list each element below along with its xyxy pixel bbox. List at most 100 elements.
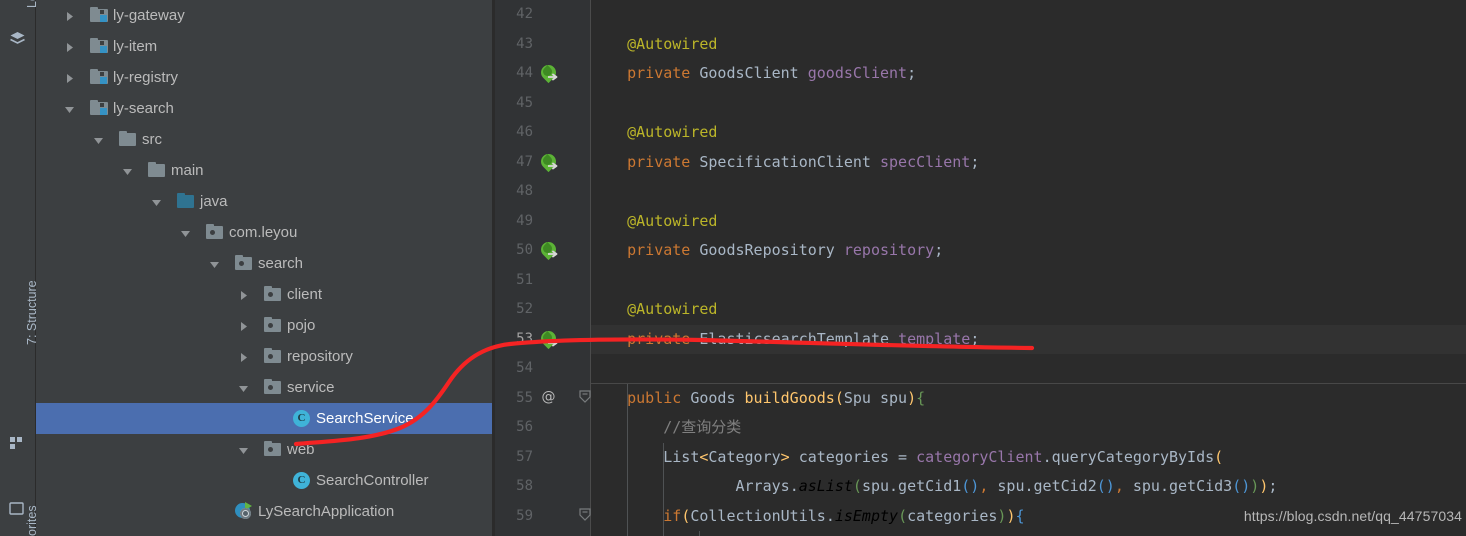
code-line[interactable]: @Autowired — [591, 30, 1466, 60]
tree-item-selected[interactable]: C SearchService — [36, 403, 492, 434]
tree-item[interactable]: src — [36, 124, 492, 155]
code-line[interactable]: throw new LyExcetion(ExcetionEnum.CATEGO… — [591, 531, 1466, 536]
code-line[interactable]: Arrays.asList(spu.getCid1(), spu.getCid2… — [591, 472, 1466, 502]
chevron-right-icon[interactable] — [64, 62, 77, 93]
tree-item[interactable]: pojo — [36, 310, 492, 341]
code-token: asList — [798, 477, 853, 495]
code-line[interactable]: private ElasticsearchTemplate template; — [591, 324, 1466, 354]
line-number: 51 — [516, 271, 533, 288]
code-line[interactable] — [591, 354, 1466, 384]
tree-item-label: java — [200, 193, 228, 210]
chevron-right-icon[interactable] — [238, 279, 251, 310]
spring-bean-icon[interactable] — [537, 61, 560, 84]
tree-item[interactable]: main — [36, 155, 492, 186]
gutter-line[interactable]: 46 — [495, 118, 591, 148]
override-annotation-icon[interactable]: @ — [539, 388, 558, 407]
chevron-down-icon[interactable] — [180, 217, 193, 248]
gutter-line[interactable]: 44 — [495, 59, 591, 89]
chevron-down-icon[interactable] — [209, 248, 222, 279]
tree-item-label: main — [171, 162, 204, 179]
code-line[interactable]: private GoodsClient goodsClient; — [591, 59, 1466, 89]
line-number: 52 — [516, 301, 533, 317]
method-separator — [591, 382, 1466, 384]
code-line[interactable] — [591, 266, 1466, 296]
tree-item-label: LySearchApplication — [258, 503, 395, 520]
code-token: private — [627, 241, 691, 259]
tree-item[interactable]: com.leyou — [36, 217, 492, 248]
tree-item[interactable]: C SearchController — [36, 465, 492, 496]
tree-item[interactable]: search — [36, 248, 492, 279]
chevron-right-icon[interactable] — [238, 341, 251, 372]
code-line[interactable]: @Autowired — [591, 295, 1466, 325]
chevron-down-icon[interactable] — [151, 186, 164, 217]
gutter-line[interactable]: 47 — [495, 148, 591, 178]
tree-item[interactable]: LySearchApplication — [36, 496, 492, 527]
code-token: goodsClient — [807, 64, 908, 82]
chevron-down-icon[interactable] — [238, 372, 251, 403]
gutter-line[interactable]: 43 — [495, 30, 591, 60]
code-line[interactable]: private SpecificationClient specClient; — [591, 148, 1466, 178]
gutter-line[interactable]: 45 — [495, 89, 591, 119]
gutter-line[interactable]: 55 @ — [495, 384, 591, 414]
gutter-line[interactable]: 54 — [495, 354, 591, 384]
tree-item[interactable]: ly-registry — [36, 62, 492, 93]
code-token: categoryClient — [916, 447, 1043, 466]
code-line[interactable]: @Autowired — [591, 118, 1466, 148]
indent-guide — [663, 442, 665, 536]
chevron-down-icon[interactable] — [64, 93, 77, 124]
tree-item[interactable]: ly-gateway — [36, 0, 492, 31]
gutter-line[interactable]: 60 — [495, 531, 591, 536]
gutter-line[interactable]: 49 — [495, 207, 591, 237]
code-token: , — [1114, 477, 1133, 495]
chevron-down-icon[interactable] — [238, 434, 251, 465]
tree-item[interactable]: ly-item — [36, 31, 492, 62]
gutter-line[interactable]: 48 — [495, 177, 591, 207]
code-token: .getCid1 — [889, 477, 962, 495]
tree-item[interactable]: java — [36, 186, 492, 217]
code-token: SpecificationClient — [699, 152, 871, 171]
code-token: public — [627, 388, 682, 407]
tree-item[interactable]: repository — [36, 341, 492, 372]
chevron-down-icon[interactable] — [122, 155, 135, 186]
gutter-line[interactable]: 51 — [495, 266, 591, 296]
module-folder-icon — [90, 69, 108, 86]
gutter-line[interactable]: 56 — [495, 413, 591, 443]
chevron-right-icon[interactable] — [64, 31, 77, 62]
tree-item[interactable]: client — [36, 279, 492, 310]
gutter-line[interactable]: 50 — [495, 236, 591, 266]
code-token: repository — [843, 241, 935, 259]
code-line[interactable]: private GoodsRepository repository; — [591, 236, 1466, 266]
chevron-right-icon[interactable] — [238, 310, 251, 341]
code-line[interactable] — [591, 0, 1466, 30]
code-line[interactable]: public Goods buildGoods(Spu spu){ — [591, 384, 1466, 414]
gutter-line[interactable]: 53 — [495, 325, 591, 355]
spring-bean-icon[interactable] — [537, 327, 560, 349]
favorites-icon — [9, 500, 26, 517]
spring-bean-icon[interactable] — [537, 150, 560, 172]
tree-item-label: client — [287, 286, 323, 303]
code-token: () — [1096, 477, 1115, 495]
project-tree-panel[interactable]: ly-gateway ly-item ly-registry ly-search src… — [36, 0, 492, 536]
tree-item[interactable]: service — [36, 372, 492, 403]
gutter-line[interactable]: 57 — [495, 443, 591, 473]
gutter-line[interactable]: 59 — [495, 502, 591, 532]
code-fold-icon[interactable] — [579, 384, 591, 414]
tree-item[interactable]: web — [36, 434, 492, 465]
code-token: List — [663, 447, 700, 466]
code-line[interactable] — [591, 89, 1466, 119]
code-fold-icon[interactable] — [579, 502, 591, 532]
code-lines[interactable]: @Autowired private GoodsClient goodsClie… — [591, 0, 1466, 536]
code-line[interactable] — [591, 177, 1466, 207]
code-line[interactable]: List<Category> categories = categoryClie… — [591, 443, 1466, 473]
code-editor[interactable]: 4243444546474849505152535455@5657585960 … — [495, 0, 1466, 536]
chevron-right-icon[interactable] — [64, 0, 77, 31]
chevron-down-icon[interactable] — [93, 124, 106, 155]
code-line[interactable]: @Autowired — [591, 207, 1466, 237]
gutter-line[interactable]: 58 — [495, 472, 591, 502]
gutter-line[interactable]: 52 — [495, 295, 591, 325]
gutter-line[interactable]: 42 — [495, 0, 591, 30]
spring-bean-icon[interactable] — [537, 238, 560, 261]
code-line[interactable]: //查询分类 — [591, 413, 1466, 443]
tree-item[interactable]: ly-search — [36, 93, 492, 124]
